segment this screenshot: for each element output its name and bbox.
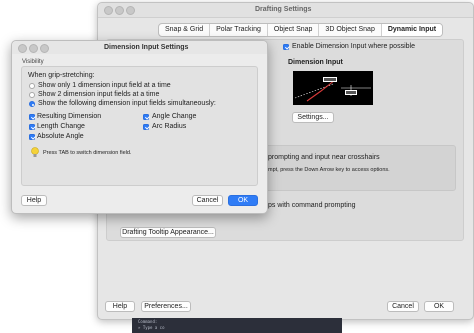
minimize-window-icon[interactable]	[115, 6, 124, 15]
tab-snap-grid[interactable]: Snap & Grid	[159, 24, 211, 36]
dimension-input-settings-button[interactable]: Settings...	[292, 112, 334, 123]
enable-dimension-input-label: Enable Dimension Input where possible	[292, 43, 415, 50]
prompt-text-line-2: mpt, press the Down Arrow key to access …	[268, 167, 390, 173]
show-two-fields-label: Show 2 dimension input fields at a time	[38, 91, 160, 98]
angle-change-checkbox[interactable]	[143, 114, 149, 120]
drafting-titlebar: Drafting Settings	[98, 3, 473, 18]
drafting-tabs: Snap & Grid Polar Tracking Object Snap 3…	[158, 23, 444, 37]
arc-radius-label: Arc Radius	[152, 123, 187, 130]
length-change-checkbox[interactable]	[29, 124, 35, 130]
show-simultaneous-radio[interactable]	[29, 101, 35, 107]
minimize-dialog-icon[interactable]	[29, 44, 38, 53]
command-line-strip: Command: » Type a co	[132, 318, 342, 333]
dialog-ok-button[interactable]: OK	[228, 195, 258, 206]
show-two-fields-radio[interactable]	[29, 92, 35, 98]
show-simultaneous-label: Show the following dimension input field…	[38, 100, 216, 107]
dimension-input-preview	[293, 71, 373, 105]
zoom-dialog-icon[interactable]	[40, 44, 49, 53]
length-change-label: Length Change	[37, 123, 85, 130]
drafting-help-button[interactable]: Help	[105, 301, 135, 312]
resulting-dimension-label: Resulting Dimension	[37, 113, 102, 120]
tab-3d-object-snap[interactable]: 3D Object Snap	[319, 24, 382, 36]
resulting-dimension-checkbox[interactable]	[29, 114, 35, 120]
absolute-angle-label: Absolute Angle	[37, 133, 84, 140]
command-prompting-text: ps with command prompting	[268, 202, 356, 209]
absolute-angle-checkbox[interactable]	[29, 134, 35, 140]
lightbulb-icon	[31, 147, 39, 157]
drafting-cancel-button[interactable]: Cancel	[387, 301, 419, 312]
tab-switch-tip: Press TAB to switch dimension field.	[43, 150, 132, 156]
command-input[interactable]: » Type a co	[138, 325, 165, 330]
dimension-input-title: Dimension Input	[288, 59, 343, 66]
dialog-help-button[interactable]: Help	[21, 195, 47, 206]
zoom-window-icon[interactable]	[126, 6, 135, 15]
drafting-tooltip-appearance-button[interactable]: Drafting Tooltip Appearance...	[120, 227, 216, 238]
tab-object-snap[interactable]: Object Snap	[268, 24, 320, 36]
drafting-window-title: Drafting Settings	[255, 6, 312, 13]
dialog-title: Dimension Input Settings	[104, 44, 189, 51]
angle-change-label: Angle Change	[152, 113, 197, 120]
show-one-field-radio[interactable]	[29, 83, 35, 89]
arc-radius-checkbox[interactable]	[143, 124, 149, 130]
enable-dimension-input-checkbox[interactable]	[283, 44, 289, 50]
dialog-cancel-button[interactable]: Cancel	[192, 195, 223, 206]
grip-stretching-heading: When grip-stretching:	[28, 72, 95, 79]
command-line-text: Command:	[138, 319, 158, 324]
tab-polar-tracking[interactable]: Polar Tracking	[210, 24, 268, 36]
visibility-group-label: Visibility	[22, 59, 44, 65]
tab-dynamic-input[interactable]: Dynamic Input	[381, 24, 443, 36]
dimension-input-settings-dialog: Dimension Input Settings Visibility When…	[11, 40, 268, 214]
preferences-button[interactable]: Preferences...	[141, 301, 191, 312]
close-dialog-icon[interactable]	[18, 44, 27, 53]
prompt-text-line-1: prompting and input near crosshairs	[268, 154, 380, 161]
show-one-field-label: Show only 1 dimension input field at a t…	[38, 82, 171, 89]
dialog-titlebar: Dimension Input Settings	[12, 41, 267, 54]
drafting-ok-button[interactable]: OK	[424, 301, 454, 312]
close-window-icon[interactable]	[104, 6, 113, 15]
